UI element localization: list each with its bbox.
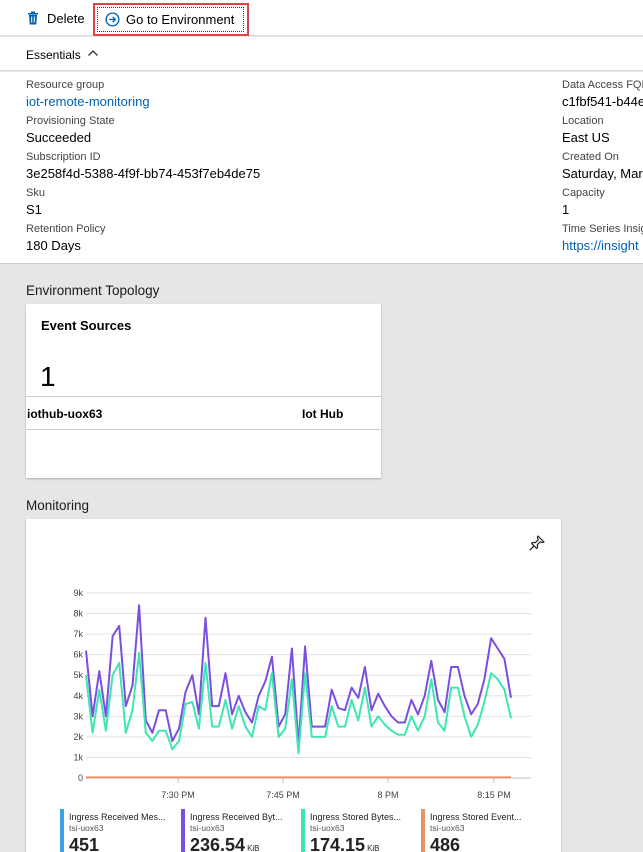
x-tick-label: 7:45 PM — [266, 790, 300, 800]
sku-value: S1 — [26, 202, 42, 217]
delete-button-label: Delete — [47, 10, 85, 26]
legend-color-swatch — [301, 809, 305, 852]
resource-group-label: Resource group — [26, 79, 105, 91]
provisioning-state-label: Provisioning State — [26, 115, 115, 127]
trash-icon — [28, 11, 38, 25]
essentials-header[interactable]: Essentials — [0, 37, 643, 71]
essentials-properties: Resource group iot-remote-monitoring Pro… — [0, 72, 643, 264]
y-tick-label: 5k — [73, 670, 83, 680]
event-sources-count: 1 — [40, 361, 56, 392]
subscription-id-value: 3e258f4d-5388-4f9f-bb74-453f7eb4de75 — [26, 166, 261, 181]
time-series-insights-label: Time Series Insig — [562, 223, 643, 235]
legend-item[interactable]: Ingress Stored Bytes... tsi-uox63 174.15… — [301, 809, 419, 852]
location-label: Location — [562, 115, 604, 127]
legend-item[interactable]: Ingress Stored Event... tsi-uox63 486 — [421, 809, 539, 852]
legend-metric-name: Ingress Received Mes... — [69, 812, 166, 822]
capacity-value: 1 — [562, 202, 570, 217]
x-tick-label: 8:15 PM — [477, 790, 511, 800]
y-tick-label: 9k — [73, 588, 83, 598]
legend-value: 451 — [69, 835, 100, 852]
subscription-id-label: Subscription ID — [26, 151, 101, 163]
y-tick-label: 1k — [73, 752, 83, 762]
created-on-label: Created On — [562, 151, 619, 163]
go-to-environment-button[interactable]: Go to Environment — [93, 3, 249, 36]
monitoring-title: Monitoring — [26, 498, 90, 513]
monitoring-chart-card[interactable]: 0 1k 2k 3k 4k 5k 6k 7k 8k 9k 7:30 PM 7:45 PM 8 PM 8:1… — [26, 519, 561, 852]
delete-button[interactable]: Delete — [26, 0, 85, 36]
legend-item[interactable]: Ingress Received Byt... tsi-uox63 236.54… — [181, 809, 299, 852]
data-access-fqdn-label: Data Access FQD — [562, 79, 643, 91]
capacity-label: Capacity — [562, 187, 605, 199]
legend-metric-name: Ingress Received Byt... — [190, 812, 283, 822]
legend-value: 236.54 — [190, 835, 246, 852]
legend-source: tsi-uox63 — [190, 823, 225, 833]
legend-color-swatch — [60, 809, 64, 852]
event-sources-title: Event Sources — [41, 318, 132, 333]
legend-color-swatch — [181, 809, 185, 852]
sku-label: Sku — [26, 187, 45, 199]
retention-policy-label: Retention Policy — [26, 223, 106, 235]
data-access-fqdn-value: c1fbf541-b44e — [562, 94, 643, 109]
retention-policy-value: 180 Days — [26, 238, 81, 253]
legend-unit: KiB — [367, 844, 380, 852]
legend-value: 486 — [430, 835, 461, 852]
created-on-value: Saturday, Marc — [562, 166, 643, 181]
legend-metric-name: Ingress Stored Bytes... — [310, 812, 402, 822]
provisioning-state-value: Succeeded — [26, 130, 92, 145]
resource-group-link[interactable]: iot-remote-monitoring — [26, 94, 150, 109]
y-tick-label: 8k — [73, 609, 83, 619]
chevron-up-icon[interactable] — [87, 48, 99, 58]
go-to-environment-label: Go to Environment — [126, 12, 235, 27]
legend-source: tsi-uox63 — [430, 823, 465, 833]
y-tick-label: 6k — [73, 650, 83, 660]
event-source-type: Iot Hub — [302, 407, 344, 421]
environment-topology-title: Environment Topology — [26, 283, 160, 298]
arrow-circle-right-icon — [105, 12, 120, 27]
legend-metric-name: Ingress Stored Event... — [430, 812, 522, 822]
table-row[interactable]: iothub-uox63 Iot Hub — [26, 396, 381, 430]
location-value: East US — [562, 130, 610, 145]
x-tick-label: 8 PM — [377, 790, 398, 800]
time-series-insights-link[interactable]: https://insight — [562, 238, 639, 253]
y-tick-label: 3k — [73, 711, 83, 721]
legend-unit: KiB — [247, 844, 260, 852]
legend-item[interactable]: Ingress Received Mes... tsi-uox63 451 — [60, 809, 178, 852]
legend-source: tsi-uox63 — [310, 823, 345, 833]
legend-source: tsi-uox63 — [69, 823, 104, 833]
y-tick-label: 2k — [73, 732, 83, 742]
essentials-label: Essentials — [26, 48, 81, 62]
legend-color-swatch — [421, 809, 425, 852]
y-tick-label: 0 — [78, 773, 83, 783]
legend-value: 174.15 — [310, 835, 366, 852]
ingress-line-chart: 0 1k 2k 3k 4k 5k 6k 7k 8k 9k 7:30 PM 7:45 PM 8 PM 8:1… — [73, 588, 531, 800]
event-sources-card[interactable]: Event Sources 1 iothub-uox63 Iot Hub — [26, 304, 381, 478]
y-tick-label: 7k — [73, 629, 83, 639]
event-source-name: iothub-uox63 — [27, 407, 103, 421]
x-tick-label: 7:30 PM — [161, 790, 195, 800]
y-tick-label: 4k — [73, 691, 83, 701]
command-bar: Delete Go to Environment — [0, 0, 643, 36]
